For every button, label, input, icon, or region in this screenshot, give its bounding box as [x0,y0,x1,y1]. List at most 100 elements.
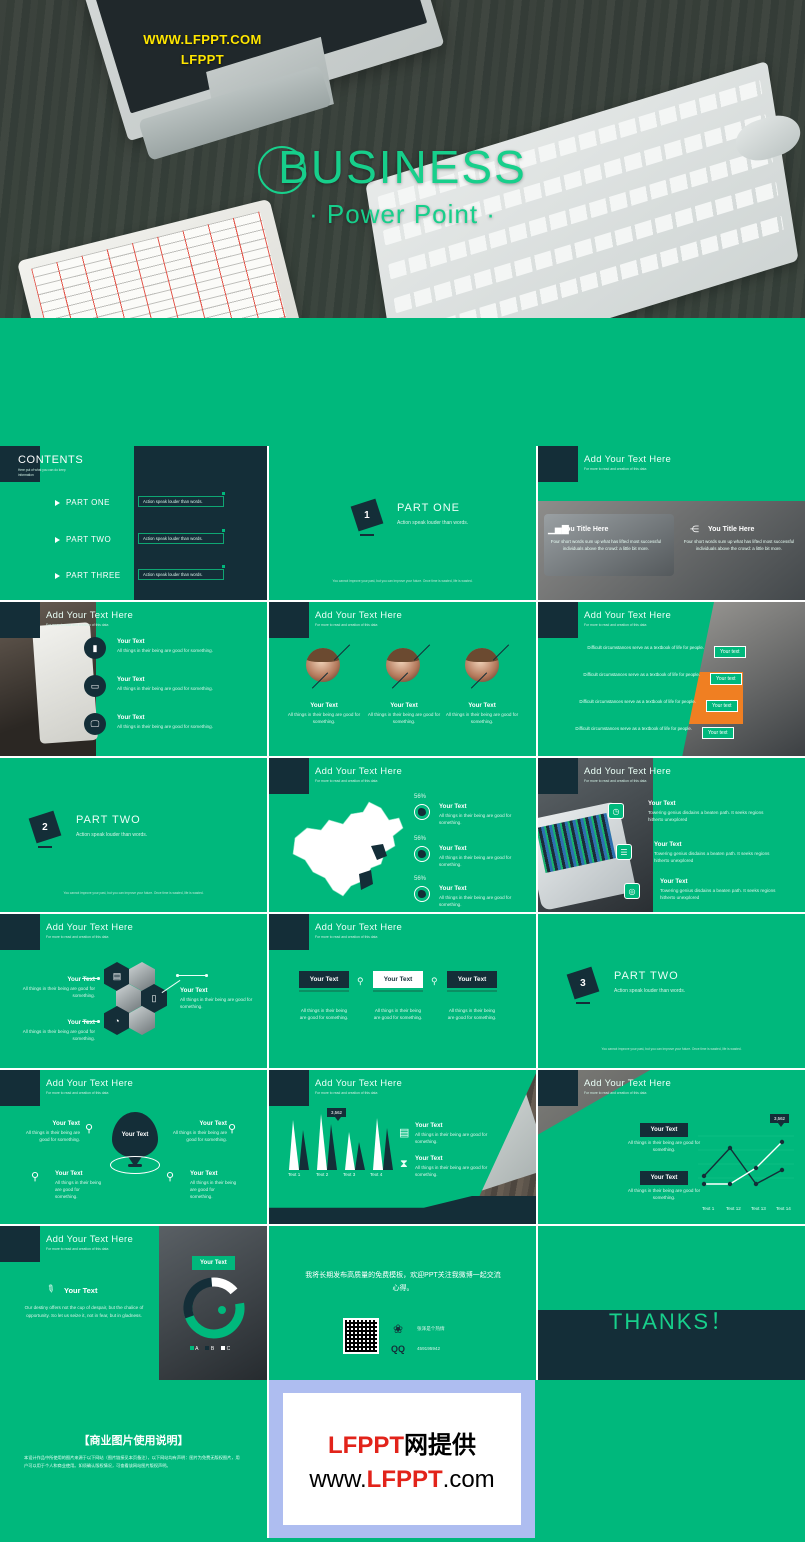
chip-title-2[interactable]: Your Text [373,971,423,988]
contents-subheading: Here put of what you can do keep informa… [18,468,66,477]
slide-avatars[interactable]: Add Your Text Here For more to read and … [269,602,536,756]
chip-title-3[interactable]: Your Text [447,971,497,988]
map-percent-3: 56% [414,876,427,882]
connector-line [161,979,181,994]
slide-contact[interactable]: 我将长期发布高质量的免费模板，欢迎PPT关注我微博一起交流心得。 ❀ 张泽是个热… [269,1226,536,1380]
contents-dot-2 [222,529,225,532]
chip-body-3: All things in their being are good for s… [447,1008,497,1020]
qq-label: QQ [391,1344,406,1354]
pin-title-4: Your Text [190,1170,218,1177]
map-title-3: Your Text [439,885,467,892]
part-number: 2 [42,821,48,833]
chip-title-1[interactable]: Your Text [299,971,349,988]
slide-three-chips[interactable]: Add Your Text Here For more to read and … [269,914,536,1068]
slide-subtitle: For more to read and creation of this da… [584,623,647,627]
china-map-graphic [292,801,404,897]
textbook-body-4: Difficult circumstances serve as a textb… [575,726,692,731]
slide-two-titles[interactable]: Add Your Text Here For more to read and … [538,446,805,600]
slide-subtitle: For more to read and creation of this da… [46,623,109,627]
contents-note-2: Action speak louder than words. [138,533,224,544]
hero-title-block: BUSINESS · Power Point · [0,140,805,230]
part-number: 3 [580,977,586,989]
chip-underline [447,990,497,992]
lfppt-logo-panel: LFPPT网提供 www.LFPPT.com [269,1380,535,1538]
location-icon: ◎ [624,883,640,899]
green-separator-band [0,318,805,446]
slide-part-three-divider[interactable]: 3 PART TWO Action speak louder than word… [538,914,805,1068]
lfppt-logo-line1: LFPPT网提供 [328,1425,476,1460]
part-subtitle: Action speak louder than words. [614,988,686,994]
hex-title-3: Your Text [180,987,208,994]
line-value-label: 3,562 [770,1114,789,1127]
image-usage-notice: 【商业图片使用说明】 本设计作品中所使用的图片来源于以下网站（图片链接见本页备注… [0,1380,267,1538]
lfppt-logo-card: LFPPT网提供 www.LFPPT.com [283,1393,521,1525]
notice-body: 本设计作品中所使用的图片来源于以下网站（图片链接见本页备注），以下网站均有声明：… [24,1455,240,1468]
pin-body-4: All things in their being are good for s… [190,1180,237,1199]
avatar-body-2: All things in their being are good for s… [367,712,441,724]
part-footnote: You cannot improve your past, but you ca… [601,1046,742,1051]
connector-line [82,1021,98,1022]
chip-underline [299,990,349,992]
donut-icon [414,846,430,862]
monitor-icon: 🖵 [84,713,106,735]
screen-pin-icon: ⚲ [228,1123,237,1135]
corner-block [269,914,309,950]
slide-part-one-divider[interactable]: 1 PART ONE Action speak louder than word… [269,446,536,600]
line-title-2[interactable]: Your Text [640,1171,688,1185]
contents-dot-3 [222,565,225,568]
qq-value: 459195942 [417,1346,440,1351]
slide-donut-chart[interactable]: Add Your Text Here For more to read and … [0,1226,267,1380]
legend-swatch-a [190,1346,194,1350]
slide-contents[interactable]: CONTENTS Here put of what you can do kee… [0,446,267,600]
device-body-3: All things in their being are good for s… [117,724,214,729]
device-title-1: Your Text [117,638,145,645]
donut-icon [414,804,430,820]
slide-subtitle: For more to read and creation of this da… [584,779,647,783]
ppt-template-preview-page: WWW.LFPPT.COM LFPPT BUSINESS · Power Poi… [0,0,805,1542]
connector-line [82,978,98,979]
list-icon: ☰ [616,844,632,860]
play-triangle-icon [55,499,60,506]
chip-underline [373,990,423,992]
slide-hexagons[interactable]: Add Your Text Here For more to read and … [0,914,267,1068]
donut-title: Your Text [64,1286,98,1295]
device-body-2: All things in their being are good for s… [117,686,214,691]
phone-body-2: Towering genius disdains a beaten path. … [654,851,770,863]
slide-textbook-list[interactable]: Add Your Text Here For more to read and … [538,602,805,756]
textbook-body-2: Difficult circumstances serve as a textb… [583,672,700,677]
phone-body-1: Towering genius disdains a beaten path. … [648,810,764,822]
slide-device-list[interactable]: Add Your Text Here For more to read and … [0,602,267,756]
part-title: PART TWO [76,814,141,826]
chip-body-2: All things in their being are good for s… [373,1008,423,1020]
slide-thumbnail-grid: CONTENTS Here put of what you can do kee… [0,446,805,1380]
hero-cover-slide[interactable]: WWW.LFPPT.COM LFPPT BUSINESS · Power Poi… [0,0,805,318]
slide-phone-list[interactable]: Add Your Text Here For more to read and … [538,758,805,912]
spike-axis-label-4: Text 4 [370,1172,383,1177]
notice-title: 【商业图片使用说明】 [78,1435,189,1447]
slide-subtitle: For more to read and creation of this da… [46,935,109,939]
slide-part-two-divider[interactable]: 2 PART TWO Action speak louder than word… [0,758,267,912]
slide-line-chart[interactable]: Add Your Text Here For more to read and … [538,1070,805,1224]
slide-title: Add Your Text Here [315,766,403,777]
footer-row: 【商业图片使用说明】 本设计作品中所使用的图片来源于以下网站（图片链接见本页备注… [0,1380,805,1538]
corner-block [269,602,309,638]
phone-title-1: Your Text [648,800,676,807]
line-title-1[interactable]: Your Text [640,1123,688,1137]
legend-swatch-b [205,1346,210,1350]
hex-body-1: All things in their being are good for s… [22,986,95,998]
footer-filler [535,1380,805,1538]
two-titles-body-2: Four short words sum up what has lifted … [683,539,795,552]
slide-title: Add Your Text Here [315,1078,403,1089]
play-triangle-icon [55,572,60,579]
spike-axis-label-3: Text 3 [343,1172,356,1177]
corner-block [0,1070,40,1106]
slide-spike-chart[interactable]: Add Your Text Here For more to read and … [269,1070,536,1224]
slide-thanks[interactable]: THANKS！ [538,1226,805,1380]
center-pin-label: Your Text [121,1132,149,1138]
lfppt-logo-line2-red: LFPPT [366,1465,443,1493]
slide-china-map[interactable]: Add Your Text Here For more to read and … [269,758,536,912]
lfppt-logo-line2-pre: www. [309,1465,367,1493]
avatar-title-3: Your Text [468,702,496,709]
two-titles-title-2: You Title Here [708,526,755,533]
slide-pin-map[interactable]: Add Your Text Here For more to read and … [0,1070,267,1224]
